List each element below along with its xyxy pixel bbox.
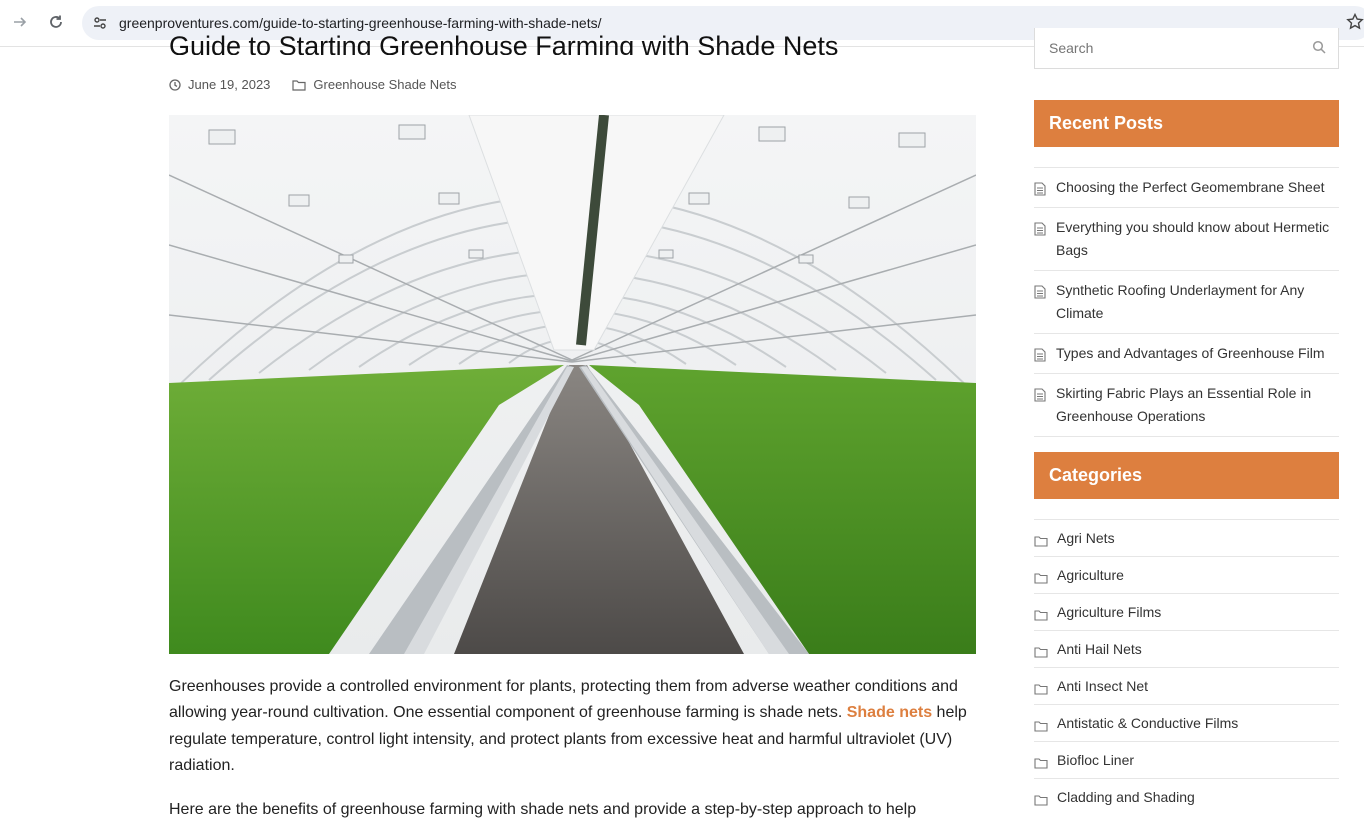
- bookmark-star-icon[interactable]: [1346, 12, 1364, 33]
- post-category-link[interactable]: Greenhouse Shade Nets: [313, 77, 456, 92]
- site-info-icon[interactable]: [90, 13, 110, 33]
- list-item[interactable]: Skirting Fabric Plays an Essential Role …: [1034, 373, 1339, 437]
- featured-image: [169, 115, 976, 654]
- recent-post-link[interactable]: Everything you should know about Hermeti…: [1056, 219, 1329, 258]
- category-link[interactable]: Agriculture: [1057, 567, 1124, 583]
- list-item[interactable]: Choosing the Perfect Geomembrane Sheet: [1034, 167, 1339, 207]
- search-box: [1034, 28, 1339, 69]
- list-item[interactable]: Cladding and Shading: [1034, 778, 1339, 815]
- list-item[interactable]: Agriculture: [1034, 556, 1339, 593]
- categories-heading: Categories: [1034, 452, 1339, 499]
- list-item[interactable]: Agri Nets: [1034, 519, 1339, 556]
- folder-icon: [1034, 790, 1048, 806]
- folder-icon: [292, 79, 307, 91]
- document-icon: [1034, 386, 1047, 402]
- list-item[interactable]: Everything you should know about Hermeti…: [1034, 207, 1339, 270]
- category-link[interactable]: Anti Insect Net: [1057, 678, 1148, 694]
- recent-posts-list: Choosing the Perfect Geomembrane Sheet E…: [1034, 167, 1339, 437]
- folder-icon: [1034, 531, 1048, 547]
- search-input[interactable]: [1047, 32, 1291, 64]
- folder-icon: [1034, 568, 1048, 584]
- category-link[interactable]: Cladding and Shading: [1057, 789, 1195, 805]
- folder-icon: [1034, 753, 1048, 769]
- recent-post-link[interactable]: Skirting Fabric Plays an Essential Role …: [1056, 385, 1311, 424]
- recent-posts-heading: Recent Posts: [1034, 100, 1339, 147]
- list-item[interactable]: Anti Hail Nets: [1034, 630, 1339, 667]
- page-title: Guide to Starting Greenhouse Farming wit…: [169, 31, 839, 55]
- list-item[interactable]: Anti Insect Net: [1034, 667, 1339, 704]
- article-paragraph: Greenhouses provide a controlled environ…: [169, 674, 977, 780]
- reload-icon[interactable]: [45, 11, 67, 33]
- shade-nets-link[interactable]: Shade nets: [847, 704, 932, 721]
- document-icon: [1034, 180, 1047, 196]
- forward-arrow-icon[interactable]: [9, 11, 31, 33]
- recent-post-link[interactable]: Synthetic Roofing Underlayment for Any C…: [1056, 282, 1304, 321]
- folder-icon: [1034, 716, 1048, 732]
- category-link[interactable]: Antistatic & Conductive Films: [1057, 715, 1238, 731]
- document-icon: [1034, 283, 1047, 299]
- category-link[interactable]: Anti Hail Nets: [1057, 641, 1142, 657]
- list-item[interactable]: Agriculture Films: [1034, 593, 1339, 630]
- list-item[interactable]: Synthetic Roofing Underlayment for Any C…: [1034, 270, 1339, 333]
- category-link[interactable]: Biofloc Liner: [1057, 752, 1134, 768]
- paragraph-text: Greenhouses provide a controlled environ…: [169, 678, 958, 722]
- search-icon[interactable]: [1312, 40, 1326, 54]
- post-meta: June 19, 2023 Greenhouse Shade Nets: [169, 77, 457, 92]
- document-icon: [1034, 220, 1047, 236]
- category-link[interactable]: Agriculture Films: [1057, 604, 1161, 620]
- clock-icon: [169, 78, 181, 91]
- folder-icon: [1034, 642, 1048, 658]
- recent-post-link[interactable]: Choosing the Perfect Geomembrane Sheet: [1056, 179, 1325, 195]
- document-icon: [1034, 346, 1047, 362]
- recent-post-link[interactable]: Types and Advantages of Greenhouse Film: [1056, 345, 1325, 361]
- folder-icon: [1034, 679, 1048, 695]
- list-item[interactable]: Types and Advantages of Greenhouse Film: [1034, 333, 1339, 373]
- categories-list: Agri Nets Agriculture Agriculture Films …: [1034, 519, 1339, 815]
- post-date[interactable]: June 19, 2023: [188, 77, 270, 92]
- article-paragraph-2: Here are the benefits of greenhouse farm…: [169, 801, 917, 818]
- list-item[interactable]: Antistatic & Conductive Films: [1034, 704, 1339, 741]
- list-item[interactable]: Biofloc Liner: [1034, 741, 1339, 778]
- category-link[interactable]: Agri Nets: [1057, 530, 1115, 546]
- folder-icon: [1034, 605, 1048, 621]
